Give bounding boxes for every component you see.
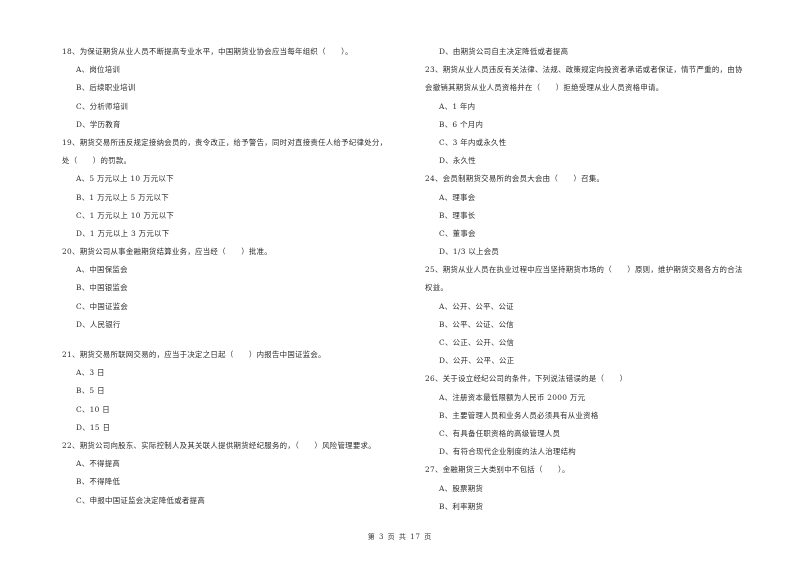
question-stem: 27、金融期货三大类别中不包括（ ）。 [425, 465, 570, 475]
answer-option: C、1 万元以上 10 万元以下 [76, 210, 175, 220]
answer-option: C、3 年内或永久性 [439, 137, 507, 147]
question-stem: 25、期货从业人员在执业过程中应当坚持期货市场的（ ）原则，维护期货交易各方的合… [425, 265, 743, 275]
answer-option: B、后续职业培训 [76, 83, 136, 93]
answer-option: C、分析师培训 [76, 101, 129, 111]
right-column: D、由期货公司自主决定降低或者提高 23、期货从业人员违反有关法律、法规、政策规定… [425, 43, 785, 516]
page-number-footer: 第 3 页 共 17 页 [367, 533, 433, 541]
question-stem-continuation: 处（ ）的罚款。 [62, 156, 132, 166]
answer-option: B、公平、公证、公信 [439, 319, 514, 329]
answer-option: D、1 万元以上 3 万元以下 [76, 228, 170, 238]
answer-option: A、理事会 [439, 192, 476, 202]
answer-option: B、5 日 [76, 386, 105, 396]
answer-option: D、人民银行 [76, 319, 121, 329]
answer-option: D、15 日 [76, 422, 111, 432]
answer-option: B、主要管理人员和业务人员必须具有从业资格 [439, 410, 599, 420]
answer-option: D、永久性 [439, 156, 476, 166]
answer-option: C、10 日 [76, 404, 110, 414]
question-stem: 21、期货交易所联网交易的，应当于决定之日起（ ）内报告中国证监会。 [62, 350, 326, 359]
answer-option: D、由期货公司自主决定降低或者提高 [439, 47, 569, 56]
answer-option: A、注册资本最低限额为人民币 2000 万元 [439, 392, 586, 402]
answer-option: A、股票期货 [439, 483, 484, 493]
answer-option: C、公正、公开、公信 [439, 338, 515, 347]
answer-option: C、中国证监会 [76, 301, 129, 311]
answer-option: D、学历教育 [76, 119, 121, 129]
answer-option: A、1 年内 [439, 101, 476, 111]
answer-option: D、公开、公平、公正 [439, 356, 515, 366]
answer-option: B、1 万元以上 5 万元以下 [76, 192, 169, 202]
left-column: 18、为保证期货从业人员不断提高专业水平，中国期货业协会应当每年组织（ ）。 A、… [62, 43, 422, 510]
question-stem-continuation: 会撤销其期货从业人员资格并在（ ）拒绝受理从业人员资格申请。 [425, 83, 664, 93]
question-stem: 26、关于设立经纪公司的条件，下列说法错误的是（ ） [425, 374, 628, 384]
answer-option: D、1/3 以上会员 [439, 247, 500, 257]
answer-option: A、岗位培训 [76, 65, 121, 75]
question-stem-continuation: 权益。 [425, 283, 449, 293]
answer-option: A、3 日 [76, 368, 105, 378]
answer-option: C、申报中国证监会决定降低或者提高 [76, 495, 206, 505]
answer-option: B、理事长 [439, 210, 476, 220]
question-stem: 23、期货从业人员违反有关法律、法规、政策规定向投资者承诺或者保证，情节严重的，… [425, 65, 743, 75]
answer-option: A、5 万元以上 10 万元以下 [76, 174, 174, 184]
answer-option: B、利率期货 [439, 501, 484, 511]
answer-option: B、6 个月内 [439, 119, 484, 129]
question-stem: 19、期货交易所违反规定接纳会员的，责令改正，给予警告，同时对直接责任人给予纪律… [62, 137, 388, 147]
answer-option: A、中国保监会 [76, 265, 128, 275]
question-stem: 22、期货公司向股东、实际控制人及其关联人提供期货经纪服务的，（ ）风险管理要求… [62, 440, 376, 450]
exam-page: 18、为保证期货从业人员不断提高专业水平，中国期货业协会应当每年组织（ ）。 A、… [0, 0, 800, 565]
answer-option: D、有符合现代企业制度的法人治理结构 [439, 447, 576, 457]
answer-option: A、公开、公平、公证 [439, 301, 514, 311]
question-stem: 24、会员制期货交易所的会员大会由（ ）召集。 [425, 174, 605, 184]
question-stem: 20、期货公司从事金融期货结算业务，应当经（ ）批准。 [62, 247, 272, 257]
question-stem: 18、为保证期货从业人员不断提高专业水平，中国期货业协会应当每年组织（ ）。 [62, 47, 353, 56]
answer-option: A、不得提高 [76, 459, 121, 469]
answer-option: C、董事会 [439, 228, 476, 238]
answer-option: C、有具备任职资格的高级管理人员 [439, 428, 561, 438]
answer-option: B、中国银监会 [76, 283, 128, 293]
answer-option: B、不得降低 [76, 477, 121, 487]
